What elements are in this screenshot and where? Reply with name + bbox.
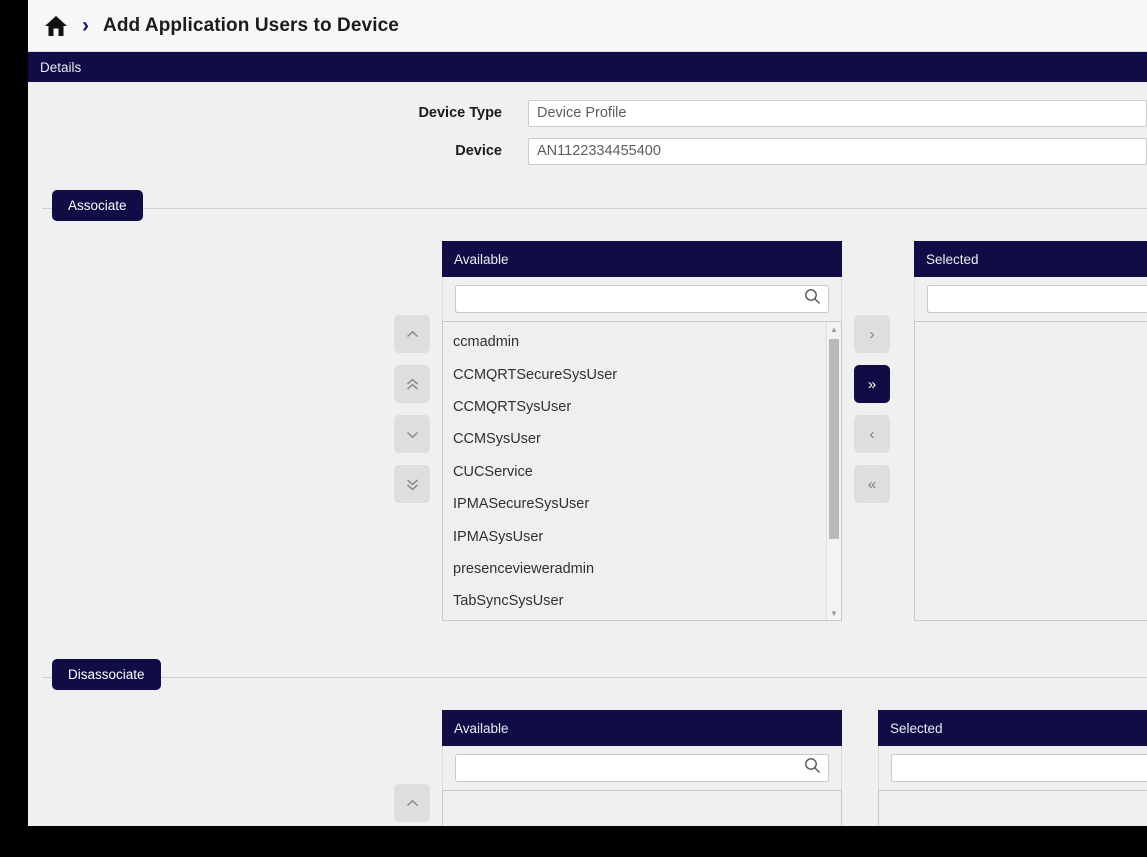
home-icon[interactable]	[44, 15, 68, 37]
associate-tag: Associate	[52, 190, 143, 221]
disassociate-available-list[interactable]	[442, 790, 842, 826]
disassociate-move-up-button[interactable]	[394, 784, 430, 822]
associate-available-panel: Available ccmadminCCMQRTSecureSysUserC	[442, 241, 842, 621]
disassociate-selected-search-input[interactable]	[892, 755, 1147, 781]
associate-selected-search-input[interactable]	[928, 286, 1147, 312]
move-down-button[interactable]	[394, 415, 430, 453]
move-bottom-button[interactable]	[394, 465, 430, 503]
device-type-label: Device Type	[28, 105, 528, 121]
associate-reorder-buttons	[394, 241, 430, 503]
associate-selected-list[interactable]	[914, 321, 1147, 621]
associate-body: Available ccmadminCCMQRTSecureSysUserC	[42, 221, 1133, 621]
disassociate-selected-panel: Selected	[878, 710, 1147, 826]
scroll-down-icon[interactable]: ▼	[827, 606, 841, 620]
device-input[interactable]	[528, 138, 1147, 165]
associate-transfer-buttons: › » ‹ «	[854, 241, 890, 503]
remove-selected-button[interactable]: ‹	[854, 415, 890, 453]
remove-all-button[interactable]: «	[854, 465, 890, 503]
disassociate-available-title: Available	[442, 710, 842, 746]
disassociate-selected-search-wrap	[878, 746, 1147, 790]
scroll-up-icon[interactable]: ▲	[827, 322, 841, 336]
associate-available-title: Available	[442, 241, 842, 277]
device-label: Device	[28, 143, 528, 159]
disassociate-available-search-wrap	[442, 746, 842, 790]
associate-group: Associate	[42, 190, 1133, 621]
list-item[interactable]: ccmadmin	[443, 326, 841, 358]
breadcrumb-separator-icon: ›	[82, 15, 89, 36]
disassociate-group: Disassociate Available	[42, 659, 1133, 826]
scrollbar-thumb[interactable]	[829, 339, 839, 539]
screenshot-frame: › Add Application Users to Device Detail…	[0, 0, 1147, 857]
field-row-device-type: Device Type	[28, 94, 1147, 132]
page-title: Add Application Users to Device	[103, 15, 399, 37]
list-item[interactable]: CUCService	[443, 456, 841, 488]
disassociate-reorder-buttons	[394, 710, 430, 822]
device-type-input[interactable]	[528, 100, 1147, 127]
list-item[interactable]: IPMASecureSysUser	[443, 488, 841, 520]
details-section-header: Details	[28, 52, 1147, 82]
associate-selected-title: Selected	[914, 241, 1147, 277]
move-up-button[interactable]	[394, 315, 430, 353]
list-item[interactable]: IPMASysUser	[443, 520, 841, 552]
associate-selected-search-wrap	[914, 277, 1147, 321]
list-item[interactable]: presencevieweradmin	[443, 553, 841, 585]
disassociate-body: Available	[42, 690, 1133, 826]
disassociate-selected-list[interactable]	[878, 790, 1147, 826]
associate-selected-panel: Selected	[914, 241, 1147, 621]
associate-available-search-wrap	[442, 277, 842, 321]
disassociate-tag: Disassociate	[52, 659, 161, 690]
add-selected-button[interactable]: ›	[854, 315, 890, 353]
list-item[interactable]: CCMSysUser	[443, 423, 841, 455]
section-spacer	[28, 621, 1147, 645]
list-item[interactable]: CCMQRTSecureSysUser	[443, 358, 841, 390]
details-form: Device Type Device	[28, 82, 1147, 176]
associate-available-search-input[interactable]	[456, 286, 828, 312]
group-divider-associate	[42, 208, 1147, 209]
disassociate-available-panel: Available	[442, 710, 842, 826]
app-viewport: › Add Application Users to Device Detail…	[28, 0, 1147, 826]
list-item[interactable]: CCMQRTSysUser	[443, 391, 841, 423]
list-item[interactable]: TabSyncSysUser	[443, 585, 841, 617]
field-row-device: Device	[28, 132, 1147, 170]
group-divider-disassociate	[42, 677, 1147, 678]
disassociate-selected-title: Selected	[878, 710, 1147, 746]
breadcrumb: › Add Application Users to Device	[28, 0, 1147, 52]
move-top-button[interactable]	[394, 365, 430, 403]
details-section-label: Details	[40, 60, 81, 75]
associate-available-scrollbar[interactable]: ▲ ▼	[826, 322, 841, 620]
disassociate-available-search-input[interactable]	[456, 755, 828, 781]
associate-available-list[interactable]: ccmadminCCMQRTSecureSysUserCCMQRTSysUser…	[442, 321, 842, 621]
add-all-button[interactable]: »	[854, 365, 890, 403]
